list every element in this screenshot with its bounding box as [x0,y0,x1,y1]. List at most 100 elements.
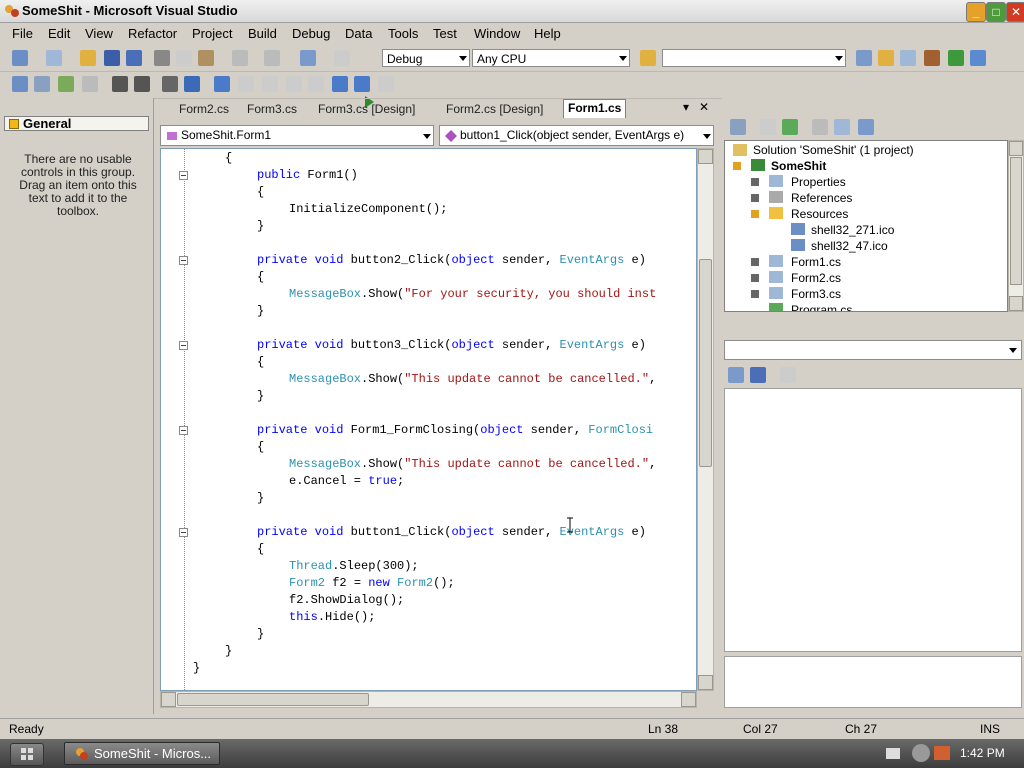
taskbar-item-visual-studio[interactable]: SomeShit - Micros... [64,742,220,765]
find-in-files-icon[interactable] [640,50,656,66]
code-text-area[interactable]: { public Form1() { InitializeComponent()… [160,148,697,691]
tab-form3-design[interactable]: Form3.cs [Design] [314,101,419,117]
expand-icon[interactable] [751,178,759,186]
tab-close-icon[interactable]: ✕ [699,100,709,114]
tree-form2[interactable]: Form2.cs [791,271,841,285]
menu-refactor[interactable]: Refactor [128,26,177,41]
next-bookmark-doc-icon[interactable] [354,76,370,92]
property-grid[interactable] [724,388,1022,652]
tree-program[interactable]: Program.cs [791,303,852,311]
scroll-left-icon[interactable] [161,692,176,707]
next-bookmark-folder-icon[interactable] [308,76,324,92]
scroll-up-icon[interactable] [698,149,713,164]
open-folder-icon[interactable] [80,50,96,66]
tab-form2-cs[interactable]: Form2.cs [175,101,233,117]
scroll-up-icon[interactable] [1009,141,1023,156]
paste-icon[interactable] [198,50,214,66]
tab-form3-cs[interactable]: Form3.cs [243,101,301,117]
member-combo[interactable]: button1_Click(object sender, EventArgs e… [439,125,714,146]
solution-explorer-icon[interactable] [856,50,872,66]
menu-help[interactable]: Help [534,26,561,41]
uncomment-icon[interactable] [184,76,200,92]
object-browser-icon[interactable] [900,50,916,66]
tree-shell32-47[interactable]: shell32_47.ico [811,239,888,253]
new-project-icon[interactable] [12,50,28,66]
close-button[interactable]: ✕ [1006,2,1024,22]
scroll-thumb[interactable] [1010,157,1022,285]
clear-bookmarks-icon[interactable] [378,76,394,92]
save-icon[interactable] [104,50,120,66]
categorized-icon[interactable] [728,367,744,383]
tab-form1-cs[interactable]: Form1.cs [563,99,627,118]
tree-properties[interactable]: Properties [791,175,846,189]
menu-debug[interactable]: Debug [292,26,330,41]
tree-solution[interactable]: Solution 'SomeShit' (1 project) [753,143,914,157]
complete-word-icon[interactable] [82,76,98,92]
tree-form1[interactable]: Form1.cs [791,255,841,269]
tree-shell32-271[interactable]: shell32_271.ico [811,223,894,237]
menu-window[interactable]: Window [474,26,520,41]
class-diagram-icon[interactable] [858,119,874,135]
expand-icon[interactable] [751,194,759,202]
bookmark-icon[interactable] [214,76,230,92]
next-bookmark-icon[interactable] [262,76,278,92]
menu-project[interactable]: Project [192,26,232,41]
object-selector-combo[interactable] [724,340,1022,360]
save-all-icon[interactable] [126,50,142,66]
menu-data[interactable]: Data [345,26,372,41]
scroll-down-icon[interactable] [1009,296,1023,311]
expand-icon[interactable] [751,290,759,298]
scroll-thumb[interactable] [177,693,369,706]
expand-icon[interactable] [733,162,741,170]
redo-icon[interactable] [264,50,280,66]
start-page-icon[interactable] [948,50,964,66]
copy-icon[interactable] [176,50,192,66]
cut-icon[interactable] [154,50,170,66]
keyboard-icon[interactable] [886,748,900,759]
quick-info-icon[interactable] [58,76,74,92]
show-all-files-icon[interactable] [760,119,776,135]
start-button[interactable] [10,743,44,766]
prev-bookmark-folder-icon[interactable] [286,76,302,92]
view-code-icon[interactable] [812,119,828,135]
tree-references[interactable]: References [791,191,852,205]
prev-bookmark-doc-icon[interactable] [332,76,348,92]
toolbox-group-general[interactable]: General [4,116,149,131]
expand-icon[interactable] [751,210,759,218]
decrease-indent-icon[interactable] [112,76,128,92]
clock[interactable]: 1:42 PM [960,746,1005,760]
collapse-icon[interactable] [179,426,188,435]
collapse-icon[interactable] [179,256,188,265]
tree-resources[interactable]: Resources [791,207,848,221]
properties-icon[interactable] [730,119,746,135]
scroll-right-icon[interactable] [681,692,696,707]
increase-indent-icon[interactable] [134,76,150,92]
solution-scrollbar[interactable] [1008,140,1024,312]
tab-form2-design[interactable]: Form2.cs [Design] [442,101,547,117]
collapse-icon[interactable] [179,171,188,180]
parameter-info-icon[interactable] [34,76,50,92]
prev-bookmark-icon[interactable] [238,76,254,92]
undo-icon[interactable] [232,50,248,66]
editor-horizontal-scrollbar[interactable] [160,691,697,708]
maximize-button[interactable]: □ [986,2,1006,22]
add-item-icon[interactable] [46,50,62,66]
comment-icon[interactable] [162,76,178,92]
editor-vertical-scrollbar[interactable] [697,148,714,691]
collapse-icon[interactable] [179,528,188,537]
refresh-icon[interactable] [782,119,798,135]
alphabetical-icon[interactable] [750,367,766,383]
navigate-icon[interactable] [300,50,316,66]
menu-tools[interactable]: Tools [388,26,418,41]
navigate-forward-icon[interactable] [334,50,350,66]
tree-form3[interactable]: Form3.cs [791,287,841,301]
menu-test[interactable]: Test [433,26,457,41]
menu-build[interactable]: Build [248,26,277,41]
toolbox-icon[interactable] [924,50,940,66]
view-designer-icon[interactable] [834,119,850,135]
collapse-icon[interactable] [179,341,188,350]
menu-edit[interactable]: Edit [48,26,70,41]
platform-combo[interactable]: Any CPU [472,49,630,67]
minimize-button[interactable]: _ [966,2,986,22]
scroll-thumb[interactable] [699,259,712,467]
